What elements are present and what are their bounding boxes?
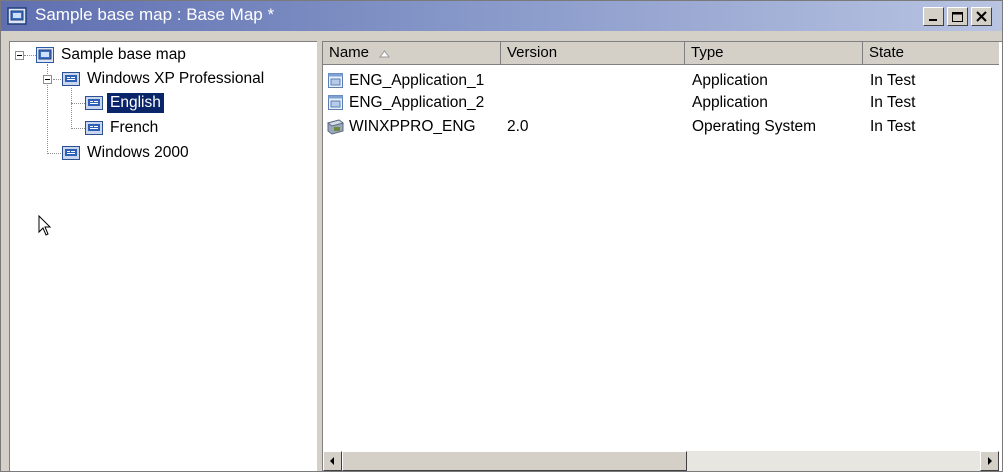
column-header-label: Type (691, 44, 724, 61)
tree-item-sample-base-map[interactable]: Sample base map (10, 44, 310, 66)
column-header-label: State (869, 44, 905, 61)
base-map-icon (7, 7, 27, 25)
minimize-icon (929, 19, 937, 21)
tree-item-label: English (107, 93, 164, 113)
horizontal-scrollbar[interactable] (323, 451, 999, 471)
tree-item-label: Sample base map (61, 46, 186, 63)
close-button[interactable] (971, 7, 992, 26)
cell-type: Application (692, 72, 768, 89)
scrollbar-thumb[interactable] (342, 451, 687, 471)
application-icon (328, 95, 343, 110)
base-map-icon (36, 47, 54, 63)
close-icon (976, 11, 987, 22)
os-icon (62, 146, 80, 160)
tree-item-windows-2000[interactable]: Windows 2000 (10, 142, 310, 164)
arrow-left-icon (330, 457, 334, 465)
os-icon (85, 121, 103, 135)
table-row[interactable]: ENG_Application_1 Application In Test (323, 70, 999, 92)
tree-panel[interactable]: Sample base map Windows XP Professional … (9, 41, 317, 471)
column-header-state[interactable]: State (863, 42, 999, 65)
os-icon (85, 96, 103, 110)
cell-name: WINXPPRO_ENG (349, 118, 476, 135)
title-bar[interactable]: Sample base map : Base Map * (1, 1, 1002, 31)
column-header-version[interactable]: Version (501, 42, 685, 65)
list-panel[interactable]: Name Version Type State ENG_Application_… (322, 41, 1002, 471)
column-header-label: Version (507, 44, 558, 61)
cell-version: 2.0 (507, 118, 529, 135)
column-header-label: Name (329, 44, 370, 61)
table-row[interactable]: ENG_Application_2 Application In Test (323, 92, 999, 114)
arrow-right-icon (988, 457, 992, 465)
tree-item-windows-xp-professional[interactable]: Windows XP Professional (10, 68, 310, 90)
tree-item-label: Windows XP Professional (87, 70, 265, 87)
scroll-right-button[interactable] (980, 451, 999, 471)
mouse-pointer-icon (38, 215, 52, 236)
cell-state: In Test (870, 72, 916, 89)
scroll-left-button[interactable] (323, 451, 342, 471)
application-window: Sample base map : Base Map * Sample base… (0, 0, 1003, 472)
sort-ascending-icon (379, 50, 390, 58)
window-title: Sample base map : Base Map * (35, 5, 275, 24)
tree-item-label: Windows 2000 (87, 144, 189, 161)
cell-state: In Test (870, 118, 916, 135)
tree-item-english[interactable]: English (10, 92, 310, 114)
cell-type: Application (692, 94, 768, 111)
table-row[interactable]: WINXPPRO_ENG 2.0 Operating System In Tes… (323, 116, 999, 138)
operating-system-icon (327, 119, 344, 135)
cell-state: In Test (870, 94, 916, 111)
maximize-button[interactable] (947, 7, 968, 26)
tree-item-french[interactable]: French (10, 117, 310, 139)
cell-type: Operating System (692, 118, 817, 135)
column-header-type[interactable]: Type (685, 42, 863, 65)
application-icon (328, 73, 343, 88)
tree-item-label: French (110, 119, 159, 136)
maximize-icon (952, 12, 963, 22)
cell-name: ENG_Application_1 (349, 72, 485, 89)
minimize-button[interactable] (923, 7, 944, 26)
column-header-name[interactable]: Name (323, 42, 501, 65)
os-icon (62, 72, 80, 86)
cell-name: ENG_Application_2 (349, 94, 485, 111)
